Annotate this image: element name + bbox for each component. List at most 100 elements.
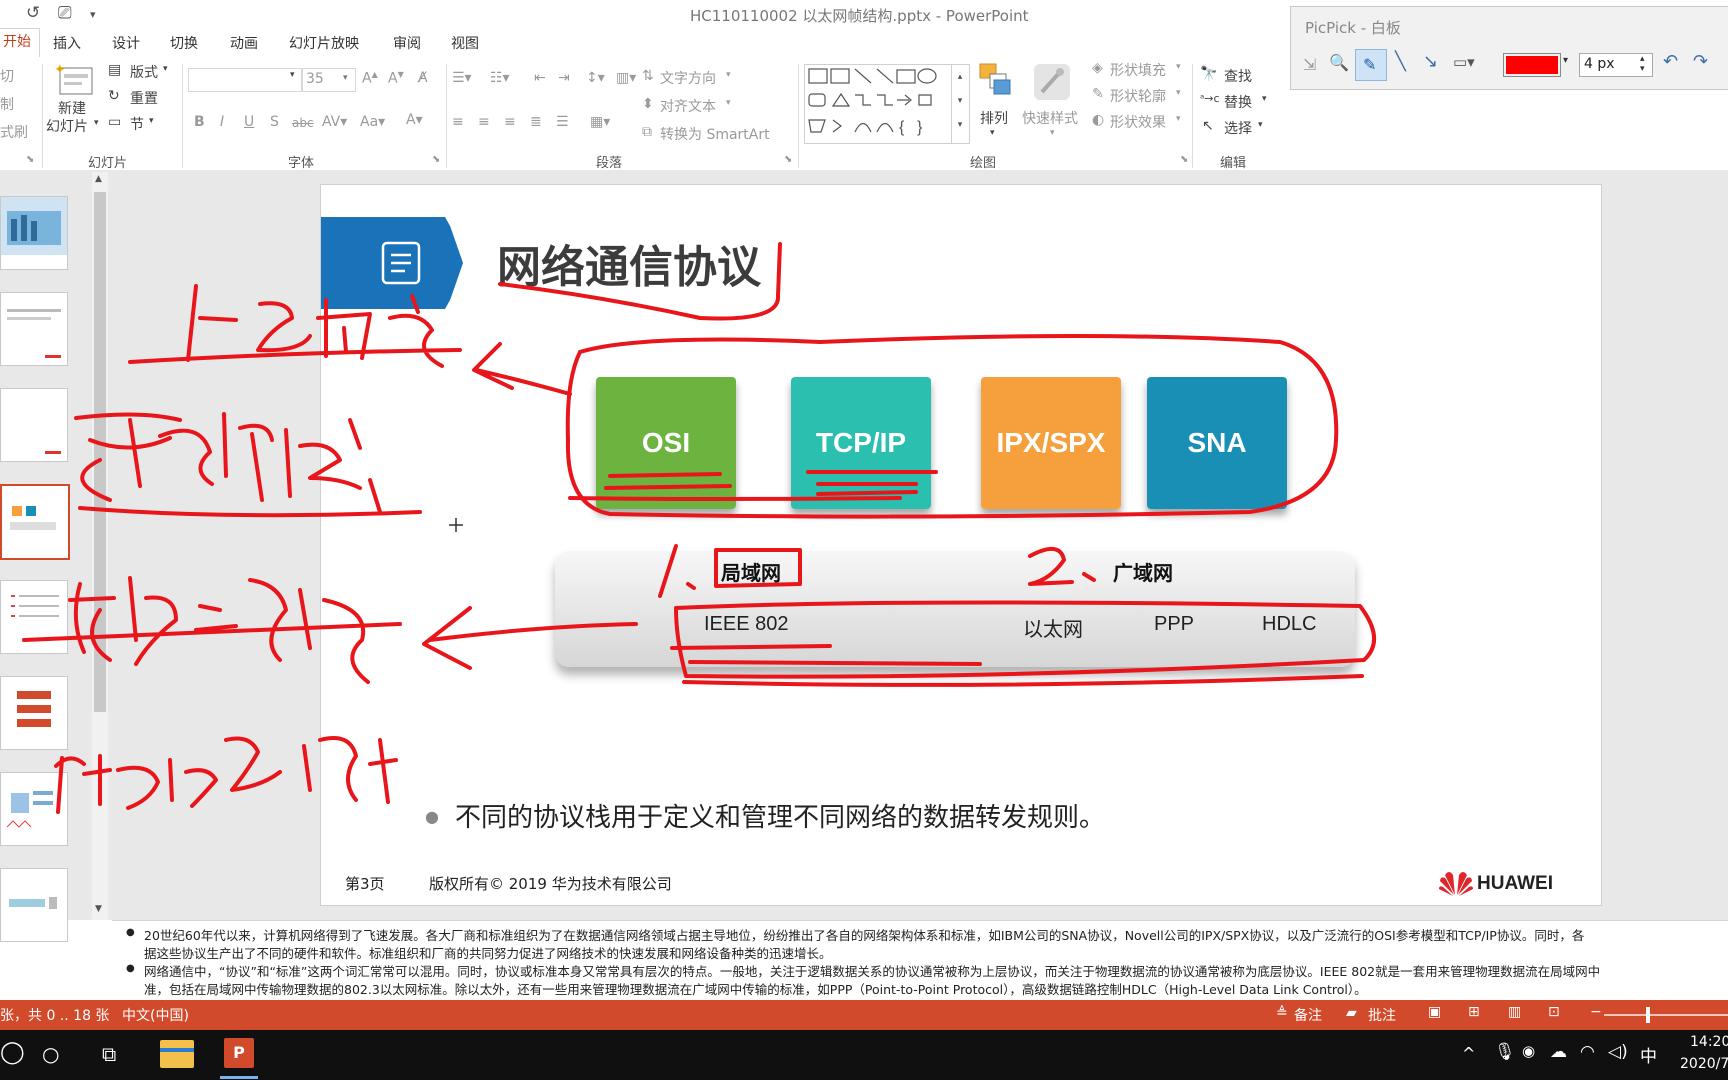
font-size-dropdown-icon[interactable]: ▾ <box>343 73 348 83</box>
strikethrough-icon[interactable]: abc <box>292 116 314 130</box>
align-center-icon[interactable]: ≡ <box>478 114 490 130</box>
paragraph-launcher-icon[interactable]: ⬊ <box>784 154 792 165</box>
font-color-icon[interactable]: A▾ <box>406 112 423 128</box>
undo-icon[interactable]: ↶ <box>1663 51 1678 72</box>
numbering-icon[interactable]: ☷▾ <box>490 70 510 86</box>
shape-outline-button[interactable]: 形状轮廓 <box>1110 86 1166 106</box>
search-circle-icon[interactable]: ◯ <box>0 1040 25 1065</box>
quick-styles-dropdown-icon[interactable]: ▾ <box>1050 128 1055 138</box>
arrange-dropdown-icon[interactable]: ▾ <box>990 128 995 138</box>
shrink-font-icon[interactable]: A▼ <box>388 70 404 87</box>
layout-button[interactable]: 版式 <box>130 62 158 82</box>
microphone-icon[interactable]: 🎙 <box>1494 1042 1516 1062</box>
redo-whiteboard-icon[interactable]: ↷ <box>1693 51 1708 72</box>
shapes-gallery[interactable]: {} ▴ ▾ ▾ <box>804 64 970 144</box>
shadow-icon[interactable]: S <box>270 114 279 130</box>
copy-button[interactable]: 制 <box>0 94 14 114</box>
shape-effects-button[interactable]: 形状效果 <box>1110 112 1166 132</box>
slide-thumbnail-4-selected[interactable] <box>0 484 70 560</box>
shape-outline-dropdown-icon[interactable]: ▾ <box>1176 88 1181 98</box>
task-view-icon[interactable]: ⧉ <box>102 1042 116 1066</box>
distributed-icon[interactable]: ☰ <box>556 114 569 130</box>
pen-color-swatch[interactable] <box>1503 53 1561 77</box>
char-spacing-icon[interactable]: AV▾ <box>322 114 347 130</box>
customize-qat-icon[interactable]: ▾ <box>90 8 96 21</box>
tab-home[interactable]: 开始 <box>0 28 40 57</box>
font-size-combo[interactable]: 35 ▾ <box>302 68 356 92</box>
color-dropdown-icon[interactable]: ▾ <box>1563 55 1568 66</box>
select-dropdown-icon[interactable]: ▾ <box>1258 120 1263 130</box>
tab-insert[interactable]: 插入 <box>53 33 81 53</box>
slide-thumbnail-6[interactable] <box>0 676 68 750</box>
comments-button[interactable]: 批注 <box>1368 1005 1396 1025</box>
zoom-out-icon[interactable]: − <box>1590 1004 1602 1020</box>
line-spacing-icon[interactable]: ↕▾ <box>586 70 605 86</box>
bullets-icon[interactable]: ☰▾ <box>452 70 472 86</box>
arrange-button[interactable]: 排列 <box>980 108 1008 128</box>
cut-button[interactable]: 切 <box>0 66 14 86</box>
font-family-combo[interactable] <box>188 68 302 92</box>
slide-thumbnail-5[interactable] <box>0 580 68 654</box>
pen-width-field[interactable]: 4 px ▴ ▾ <box>1579 53 1653 77</box>
text-direction-button[interactable]: 文字方向 <box>660 68 716 88</box>
line-tool-icon[interactable]: ╲ <box>1395 51 1406 72</box>
tab-transitions[interactable]: 切换 <box>170 33 198 53</box>
tab-design[interactable]: 设计 <box>112 33 140 53</box>
align-left-icon[interactable]: ≡ <box>452 114 464 130</box>
underline-icon[interactable]: U <box>244 114 254 130</box>
align-text-button[interactable]: 对齐文本 <box>660 96 716 116</box>
slide-canvas[interactable]: 网络通信协议 OSI TCP/IP IPX/SPX SNA 局域网 广域网 IE… <box>320 184 1602 906</box>
shape-fill-button[interactable]: 形状填充 <box>1110 60 1166 80</box>
replace-button[interactable]: 替换 <box>1224 92 1252 112</box>
new-slide-label-1[interactable]: 新建 <box>58 98 86 118</box>
format-painter-button[interactable]: 式刷 <box>0 122 28 142</box>
zoom-slider-thumb[interactable] <box>1646 1007 1650 1023</box>
slide-thumbnail-2[interactable] <box>0 292 68 366</box>
replace-dropdown-icon[interactable]: ▾ <box>1262 94 1267 104</box>
justify-icon[interactable]: ≣ <box>530 114 542 130</box>
powerpoint-taskbar-icon[interactable]: P <box>224 1038 254 1068</box>
shapes-scroll-icon[interactable]: ▴ ▾ ▾ <box>951 65 968 143</box>
shape-effects-dropdown-icon[interactable]: ▾ <box>1176 114 1181 124</box>
notes-toggle-button[interactable]: 备注 <box>1294 1005 1322 1025</box>
italic-icon[interactable]: I <box>220 114 224 130</box>
cortana-icon[interactable]: ○ <box>42 1042 59 1066</box>
new-slide-icon[interactable]: ✦ <box>54 61 98 102</box>
slide-thumbnail-3[interactable] <box>0 388 68 462</box>
columns-layout-icon[interactable]: ▦▾ <box>590 114 610 130</box>
slide-thumbnail-7[interactable] <box>0 772 68 846</box>
shape-fill-dropdown-icon[interactable]: ▾ <box>1176 62 1181 72</box>
tab-slideshow[interactable]: 幻灯片放映 <box>289 33 359 53</box>
align-right-icon[interactable]: ≡ <box>504 114 516 130</box>
find-button[interactable]: 查找 <box>1224 66 1252 86</box>
wifi-icon[interactable]: ◠ <box>1580 1042 1595 1062</box>
increase-indent-icon[interactable]: ⇥ <box>558 70 570 86</box>
scroll-up-icon[interactable]: ▲ <box>95 174 102 184</box>
reading-view-icon[interactable]: ▥ <box>1508 1004 1521 1020</box>
wechat-icon[interactable]: ☁ <box>1550 1042 1567 1062</box>
convert-smartart-button[interactable]: 转换为 SmartArt <box>660 124 770 144</box>
clock-time[interactable]: 14:20 <box>1690 1034 1728 1050</box>
file-explorer-icon[interactable] <box>160 1040 194 1068</box>
tray-app-icon[interactable]: ◉ <box>1522 1042 1535 1060</box>
section-button[interactable]: 节 <box>130 114 144 134</box>
speaker-notes-pane[interactable]: ● 20世纪60年代以来，计算机网络得到了飞速发展。各大厂商和标准组织为了在数据… <box>112 920 1728 997</box>
shape-tool-icon[interactable]: ▭▾ <box>1453 53 1475 71</box>
new-slide-label-2[interactable]: 幻灯片 <box>46 116 88 136</box>
pen-tool-button[interactable]: ✎ <box>1355 49 1387 81</box>
zoom-tool-icon[interactable]: 🔍 <box>1329 53 1349 72</box>
normal-view-icon[interactable]: ▣ <box>1428 1004 1441 1020</box>
reset-button[interactable]: 重置 <box>130 88 158 108</box>
font-launcher-icon[interactable]: ⬊ <box>432 154 440 165</box>
tab-review[interactable]: 审阅 <box>393 33 421 53</box>
presenter-icon[interactable]: ⎚ <box>58 3 72 23</box>
slide-sorter-icon[interactable]: ⊞ <box>1468 1004 1480 1020</box>
tray-expand-icon[interactable]: ^ <box>1462 1044 1475 1063</box>
grow-font-icon[interactable]: A▲ <box>362 70 378 87</box>
quick-styles-button[interactable]: 快速样式 <box>1022 108 1078 128</box>
align-text-dropdown-icon[interactable]: ▾ <box>726 98 731 108</box>
select-button[interactable]: 选择 <box>1224 118 1252 138</box>
drawing-launcher-icon[interactable]: ⬊ <box>1180 154 1188 165</box>
tab-animations[interactable]: 动画 <box>230 33 258 53</box>
move-tool-icon[interactable]: ⇲ <box>1303 55 1316 74</box>
